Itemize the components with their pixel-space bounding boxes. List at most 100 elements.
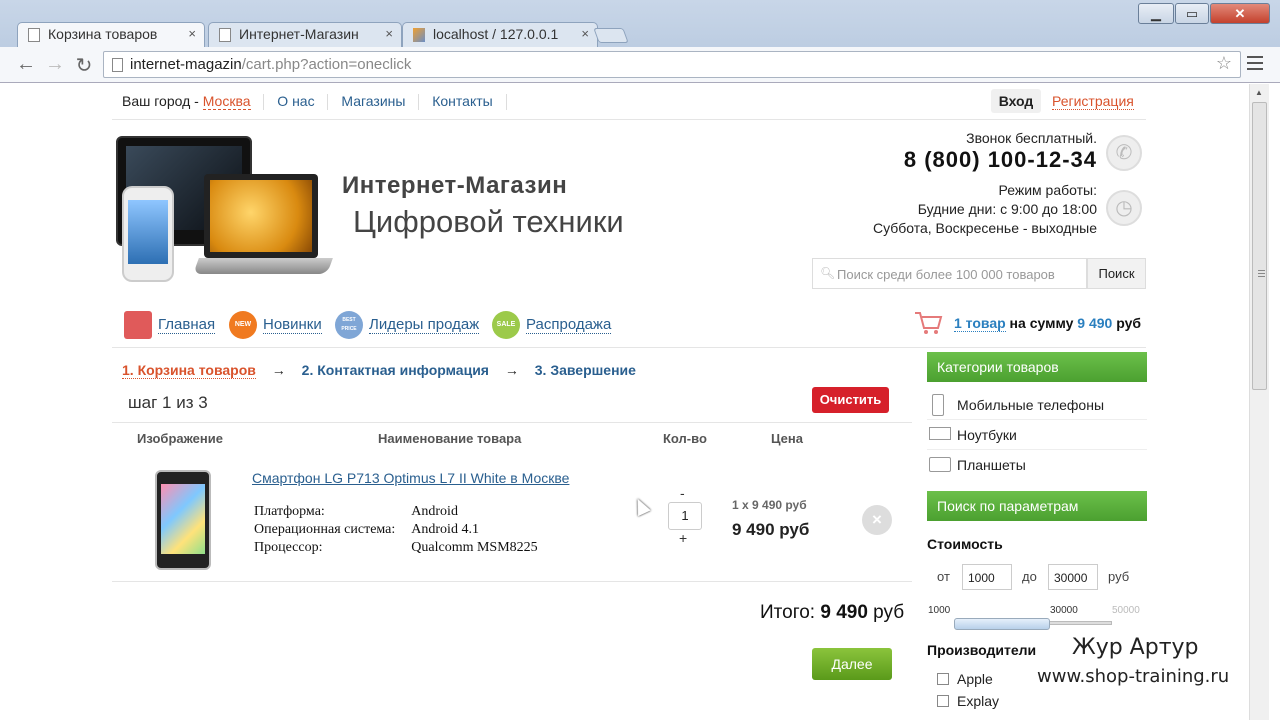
to-label: до bbox=[1022, 569, 1037, 584]
hours-weekdays: Будние дни: с 9:00 до 18:00 bbox=[917, 201, 1097, 217]
mobile-phone-icon bbox=[932, 394, 944, 416]
checkbox-explay[interactable] bbox=[937, 695, 949, 707]
page-icon bbox=[28, 28, 40, 42]
minimize-button[interactable]: ▁ bbox=[1138, 3, 1174, 24]
mouse-cursor bbox=[631, 495, 651, 517]
divider bbox=[112, 422, 912, 423]
register-link[interactable]: Регистрация bbox=[1052, 93, 1134, 110]
step-arrow: → bbox=[504, 362, 519, 378]
unit-price: 1 x 9 490 руб bbox=[732, 498, 807, 512]
qty-decrease-button[interactable]: - bbox=[680, 485, 685, 501]
manufacturer-label: Explay bbox=[957, 693, 1000, 709]
price-to-input[interactable]: 30000 bbox=[1048, 564, 1098, 590]
scroll-up-icon[interactable]: ▲ bbox=[1255, 88, 1263, 97]
bookmark-star-icon[interactable]: ☆ bbox=[1216, 53, 1232, 74]
product-specs: Платформа: Android Операционная система: A… bbox=[252, 502, 554, 558]
column-qty: Кол-во bbox=[663, 431, 707, 446]
spec-key: Процессор: bbox=[254, 540, 323, 555]
search-placeholder: Поиск среди более 100 000 товаров bbox=[837, 267, 1055, 282]
maximize-button[interactable]: ▭ bbox=[1175, 3, 1209, 24]
search-input[interactable]: 🔍︎ Поиск среди более 100 000 товаров bbox=[812, 258, 1087, 289]
top-nav: Ваш город - Москва О нас Магазины Контак… bbox=[122, 93, 516, 111]
search-icon: 🔍︎ bbox=[820, 266, 836, 280]
browser-menu-icon[interactable] bbox=[1247, 56, 1263, 74]
next-button[interactable]: Далее bbox=[812, 648, 892, 680]
menu-label: Новинки bbox=[263, 316, 322, 334]
cart-on-sum: на сумму bbox=[1005, 315, 1078, 331]
reload-icon[interactable]: ↻ bbox=[73, 53, 95, 78]
sale-badge-icon: SALE bbox=[492, 311, 520, 339]
step-indicator: шаг 1 из 3 bbox=[128, 393, 208, 412]
page-icon bbox=[112, 58, 123, 72]
divider bbox=[112, 581, 912, 582]
close-window-button[interactable]: ✕ bbox=[1210, 3, 1270, 24]
product-image[interactable] bbox=[155, 470, 211, 570]
brand-title[interactable]: Интернет-Магазин bbox=[342, 172, 567, 200]
qty-input[interactable]: 1 bbox=[668, 502, 702, 530]
divider bbox=[263, 94, 265, 111]
tab-shop[interactable]: Интернет-Магазин × bbox=[208, 22, 402, 47]
cart-total: Итого: 9 490 руб bbox=[760, 602, 904, 624]
tab-cart[interactable]: Корзина товаров × bbox=[17, 22, 205, 47]
address-bar[interactable]: internet-magazin/cart.php?action=oneclic… bbox=[103, 51, 1241, 78]
search-button[interactable]: Поиск bbox=[1087, 258, 1146, 289]
cart-count[interactable]: 1 товар bbox=[954, 315, 1006, 332]
category-tablets[interactable]: Планшеты bbox=[927, 450, 1147, 480]
grip-icon bbox=[1258, 270, 1265, 279]
tab-label: Интернет-Магазин bbox=[239, 26, 359, 42]
web-page: Ваш город - Москва О нас Магазины Контак… bbox=[0, 84, 1249, 720]
step-cart[interactable]: 1. Корзина товаров bbox=[122, 362, 256, 379]
remove-item-icon[interactable]: × bbox=[862, 505, 892, 535]
phpmyadmin-icon bbox=[413, 28, 425, 42]
back-arrow-icon[interactable]: ← bbox=[15, 53, 37, 76]
tab-close-icon[interactable]: × bbox=[188, 26, 196, 41]
forward-arrow-icon[interactable]: → bbox=[44, 53, 66, 76]
menu-label: Главная bbox=[158, 316, 216, 334]
phone-icon: ✆ bbox=[1106, 135, 1142, 171]
cart-summary[interactable]: 1 товар на сумму 9 490 руб bbox=[954, 315, 1142, 332]
shopping-cart-icon[interactable] bbox=[913, 310, 943, 336]
divider bbox=[418, 94, 420, 111]
cart-sum: 9 490 bbox=[1077, 315, 1113, 331]
slider-max-label: 50000 bbox=[1112, 605, 1140, 616]
from-label: от bbox=[937, 569, 950, 584]
city-link[interactable]: Москва bbox=[202, 93, 251, 110]
clear-cart-button[interactable]: Очистить bbox=[812, 387, 889, 413]
about-link[interactable]: О нас bbox=[277, 93, 314, 109]
divider bbox=[112, 119, 1146, 120]
product-name-link[interactable]: Смартфон LG P713 Optimus L7 II White в М… bbox=[252, 470, 569, 486]
qty-increase-button[interactable]: + bbox=[679, 530, 687, 546]
tab-label: Корзина товаров bbox=[48, 26, 158, 42]
login-button[interactable]: Вход bbox=[991, 89, 1041, 113]
new-tab-button[interactable] bbox=[593, 28, 629, 43]
column-name: Наименование товара bbox=[378, 431, 522, 446]
category-label: Мобильные телефоны bbox=[957, 397, 1105, 413]
category-mobile-phones[interactable]: Мобильные телефоны bbox=[927, 390, 1147, 420]
spec-value: Qualcomm MSM8225 bbox=[411, 540, 538, 555]
checkbox-apple[interactable] bbox=[937, 673, 949, 685]
phone-image bbox=[122, 186, 174, 282]
logo-devices-image[interactable] bbox=[116, 136, 333, 282]
menu-label: Лидеры продаж bbox=[369, 316, 480, 334]
category-label: Планшеты bbox=[957, 457, 1026, 473]
clock-icon: ◷ bbox=[1106, 190, 1142, 226]
categories-header: Категории товаров bbox=[927, 352, 1147, 382]
price-slider-range[interactable] bbox=[954, 618, 1050, 630]
checkout-steps: 1. Корзина товаров → 2. Контактная инфор… bbox=[122, 362, 636, 379]
cart-currency: руб bbox=[1112, 315, 1142, 331]
spec-row: Платформа: Android bbox=[254, 504, 552, 520]
price-from-input[interactable]: 1000 bbox=[962, 564, 1012, 590]
tab-phpmyadmin[interactable]: localhost / 127.0.0.1 × bbox=[402, 22, 598, 47]
page-scrollbar[interactable]: ▲ bbox=[1249, 84, 1269, 720]
stores-link[interactable]: Магазины bbox=[341, 93, 405, 109]
category-laptops[interactable]: Ноутбуки bbox=[927, 420, 1147, 450]
scrollbar-thumb[interactable] bbox=[1252, 102, 1267, 390]
contacts-link[interactable]: Контакты bbox=[432, 93, 492, 109]
tablet-icon bbox=[929, 457, 951, 472]
step-finish[interactable]: 3. Завершение bbox=[535, 362, 636, 378]
tab-close-icon[interactable]: × bbox=[581, 26, 589, 41]
url-host: internet-magazin bbox=[130, 56, 242, 73]
hours-weekend: Суббота, Воскресенье - выходные bbox=[872, 220, 1097, 236]
step-contact[interactable]: 2. Контактная информация bbox=[302, 362, 489, 378]
tab-close-icon[interactable]: × bbox=[385, 26, 393, 41]
